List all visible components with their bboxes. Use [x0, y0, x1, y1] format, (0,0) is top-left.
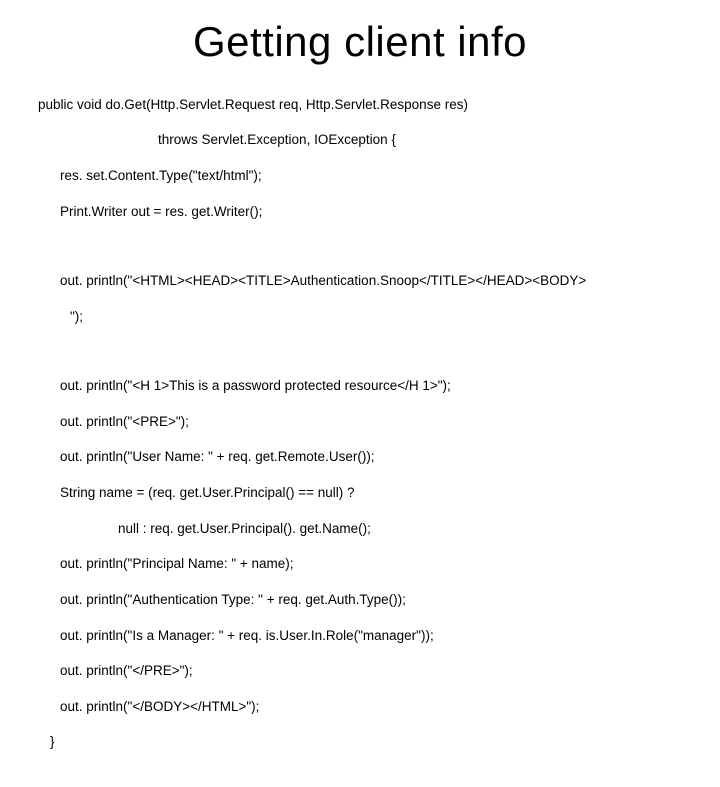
code-block: public void do.Get(Http.Servlet.Request … — [38, 78, 682, 787]
code-line: Print.Writer out = res. get.Writer(); — [38, 203, 682, 221]
slide-container: Getting client info public void do.Get(H… — [0, 0, 720, 540]
code-line: String name = (req. get.User.Principal()… — [38, 484, 682, 502]
code-line: out. println("<H 1>This is a password pr… — [38, 377, 682, 395]
code-line: out. println("Authentication Type: " + r… — [38, 591, 682, 609]
code-line: out. println("</BODY></HTML>"); — [38, 698, 682, 716]
code-line: "); — [38, 308, 682, 326]
code-line: public void do.Get(Http.Servlet.Request … — [38, 96, 682, 114]
code-line: res. set.Content.Type("text/html"); — [38, 167, 682, 185]
code-line: out. println("Principal Name: " + name); — [38, 555, 682, 573]
code-line: out. println("<PRE>"); — [38, 413, 682, 431]
code-line: out. println("<HTML><HEAD><TITLE>Authent… — [38, 272, 682, 290]
code-line: out. println("User Name: " + req. get.Re… — [38, 448, 682, 466]
code-line: out. println("</PRE>"); — [38, 662, 682, 680]
code-line: } — [38, 733, 682, 751]
slide-title: Getting client info — [38, 18, 682, 66]
code-line: null : req. get.User.Principal(). get.Na… — [38, 520, 682, 538]
code-line: out. println("Is a Manager: " + req. is.… — [38, 627, 682, 645]
code-line: throws Servlet.Exception, IOException { — [38, 131, 682, 149]
